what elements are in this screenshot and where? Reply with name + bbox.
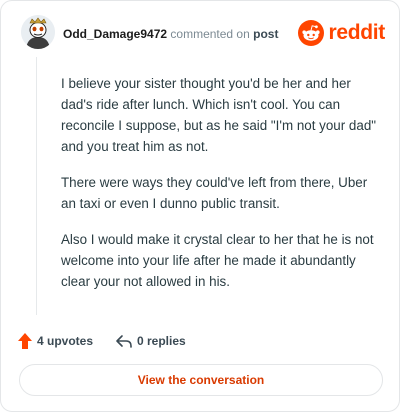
comment-header: Odd_Damage9472 commented on post reddit (19, 15, 385, 51)
comment-paragraph: I believe your sister thought you'd be h… (61, 76, 377, 154)
avatar-image (21, 15, 55, 49)
thread-line (36, 57, 37, 315)
upvote-count: 4 upvotes (37, 334, 94, 348)
comment-card: Odd_Damage9472 commented on post reddit … (0, 0, 400, 412)
action-text: commented on (170, 27, 250, 41)
comment-paragraph: There were ways they could've left from … (61, 175, 368, 211)
reddit-logo-icon (298, 20, 325, 46)
comment-body: I believe your sister thought you'd be h… (61, 73, 381, 307)
avatar[interactable] (21, 15, 55, 49)
byline: Odd_Damage9472 commented on post (63, 27, 278, 41)
reddit-wordmark: reddit (328, 21, 385, 44)
upvote-button[interactable]: 4 upvotes (17, 331, 93, 351)
replies-button[interactable]: 0 replies (115, 331, 186, 351)
reply-icon (116, 335, 132, 348)
post-link[interactable]: post (253, 27, 278, 41)
comment-actions: 4 upvotes 0 replies (17, 331, 377, 351)
username-link[interactable]: Odd_Damage9472 (63, 27, 167, 41)
reddit-logo[interactable]: reddit (298, 19, 385, 47)
upvote-icon (18, 333, 32, 349)
reply-count: 0 replies (137, 334, 186, 348)
comment-paragraph: Also I would make it crystal clear to he… (61, 232, 374, 289)
view-conversation-button[interactable]: View the conversation (19, 364, 383, 396)
